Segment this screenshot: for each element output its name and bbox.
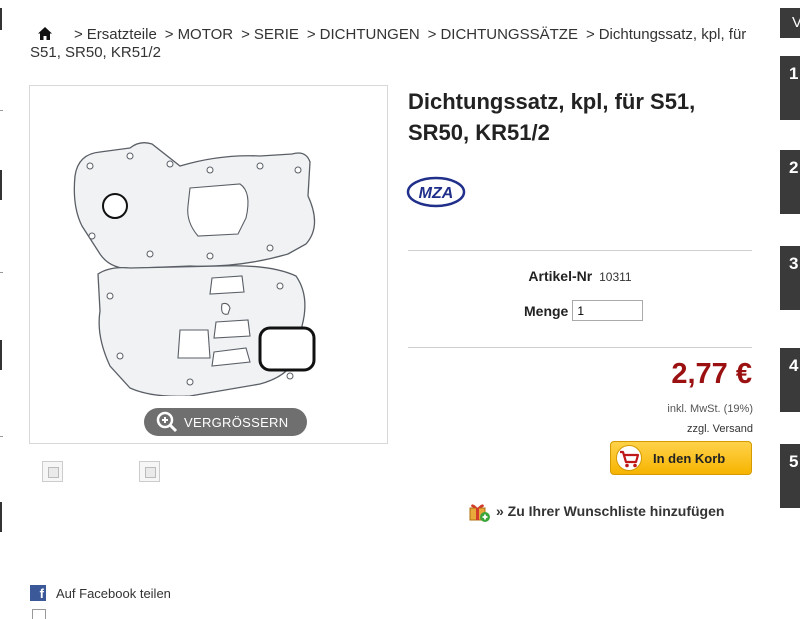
left-edge-tick (0, 272, 3, 273)
quantity-input[interactable] (572, 300, 644, 321)
divider (408, 347, 752, 348)
price: 2,77 € (671, 358, 752, 390)
thumbnail[interactable] (139, 461, 160, 482)
brand-logo[interactable]: MZA (406, 176, 466, 208)
zoom-icon (156, 411, 178, 433)
left-edge-tick (0, 436, 3, 437)
add-to-cart-label: In den Korb (653, 450, 726, 466)
product-title: Dichtungssatz, kpl, für S51, SR50, KR51/… (408, 89, 696, 145)
brand-logo-text: MZA (419, 185, 454, 202)
breadcrumb-separator: > (241, 26, 250, 43)
left-edge-tick (0, 110, 3, 111)
sidebar-header: V (780, 8, 800, 38)
product-image-box[interactable]: VERGRÖSSERN (29, 85, 388, 444)
add-to-cart-button[interactable]: In den Korb (610, 441, 752, 475)
left-edge-mark (0, 170, 2, 200)
facebook-share[interactable]: f Auf Facebook teilen (30, 585, 171, 601)
left-edge-mark (0, 8, 2, 30)
wishlist-link[interactable]: » Zu Ihrer Wunschliste hinzufügen (468, 500, 724, 522)
sidebar-item-2[interactable]: 2 (780, 150, 800, 214)
product-image[interactable] (70, 126, 340, 396)
share-more-icon[interactable] (32, 609, 46, 619)
facebook-share-label: Auf Facebook teilen (56, 585, 171, 601)
tax-note: inkl. MwSt. (19%) (667, 403, 753, 415)
breadcrumb-dichtungen[interactable]: DICHTUNGEN (320, 26, 420, 43)
cart-icon (616, 445, 642, 471)
shipping-link[interactable]: zzgl. Versand (687, 423, 753, 435)
zoom-label: VERGRÖSSERN (184, 414, 289, 430)
sidebar-item-3[interactable]: 3 (780, 246, 800, 310)
divider (408, 250, 752, 251)
breadcrumb-separator: > (306, 26, 316, 43)
breadcrumb-separator: > (164, 26, 174, 43)
zoom-button[interactable]: VERGRÖSSERN (144, 408, 307, 436)
home-icon[interactable] (38, 27, 52, 40)
left-edge-mark (0, 502, 2, 532)
sidebar-item-4[interactable]: 4 (780, 348, 800, 412)
facebook-icon: f (30, 585, 46, 601)
breadcrumb: > Ersatzteile > MOTOR > SERIE > DICHTUNGEN > DICH… (30, 26, 755, 62)
breadcrumb-ersatzteile[interactable]: Ersatzteile (87, 26, 157, 43)
breadcrumb-separator: > (585, 26, 595, 43)
breadcrumb-separator: > (427, 26, 437, 43)
quantity-row: Menge (524, 300, 644, 321)
article-number: 10311 (599, 270, 632, 284)
sidebar-item-1[interactable]: 1 (780, 56, 800, 120)
thumbnail[interactable] (42, 461, 63, 482)
sidebar-item-5[interactable]: 5 (780, 444, 800, 508)
breadcrumb-separator: > (74, 26, 83, 43)
breadcrumb-serie[interactable]: SERIE (254, 26, 299, 43)
gift-icon (469, 504, 490, 522)
left-edge-mark (0, 340, 2, 370)
article-label: Artikel-Nr (528, 268, 593, 284)
breadcrumb-dichtungssaetze[interactable]: DICHTUNGSSÄTZE (440, 26, 578, 43)
article-number-row: Artikel-Nr 10311 (408, 268, 752, 284)
breadcrumb-motor[interactable]: MOTOR (178, 26, 234, 43)
quantity-label: Menge (524, 302, 569, 319)
wishlist-label: » Zu Ihrer Wunschliste hinzufügen (496, 503, 725, 519)
